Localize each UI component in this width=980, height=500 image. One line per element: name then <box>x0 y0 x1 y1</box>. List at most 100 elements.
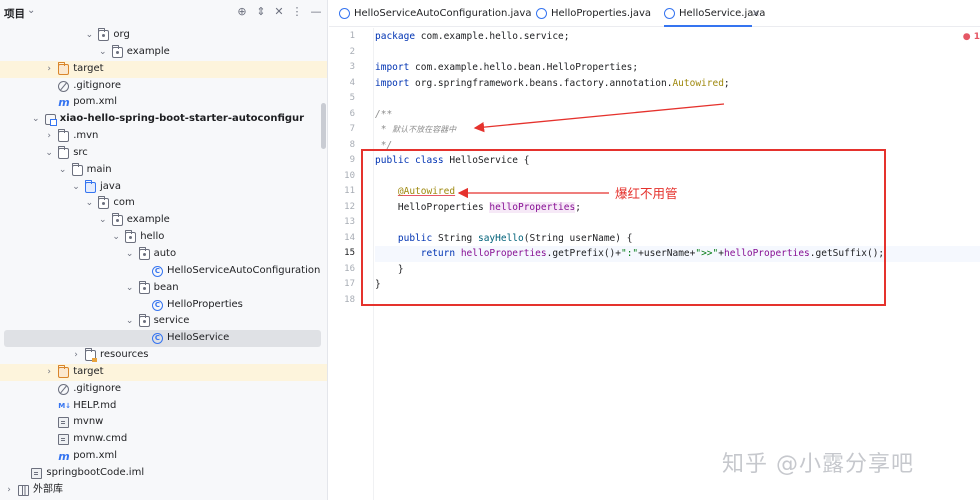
chevron-down-icon[interactable]: ⌄ <box>111 229 121 246</box>
chevron-right-icon[interactable]: › <box>44 128 54 145</box>
line-number: 16 <box>344 263 355 274</box>
code-token: import <box>375 77 410 89</box>
tree-item[interactable]: ⌄ bean <box>0 280 327 297</box>
tree-item[interactable]: ⌄ main <box>0 162 327 179</box>
tree-item-label: java <box>100 180 121 192</box>
locate-icon[interactable]: ⊕ <box>235 5 249 19</box>
tree-item-label: target <box>73 365 104 377</box>
chevron-down-icon[interactable]: ⌄ <box>98 44 108 61</box>
tree-item[interactable]: ⌄ java <box>0 179 327 196</box>
chevron-down-icon[interactable]: ⌄ <box>125 280 135 297</box>
tree-item-label: HelloServiceAutoConfiguration <box>167 264 321 276</box>
tree-item[interactable]: .gitignore <box>0 78 327 95</box>
expand-collapse-icon[interactable]: ⇕ <box>254 5 268 19</box>
more-options-icon[interactable]: ⋮ <box>290 5 304 19</box>
project-tree: ⌄ org ⌄ example › target .gitignore m pom.xml ⌄ xi… <box>0 27 327 499</box>
tree-item[interactable]: m pom.xml <box>0 448 327 465</box>
code-line[interactable]: import com.example.hello.bean.HelloPrope… <box>375 60 638 76</box>
code-line[interactable]: import org.springframework.beans.factory… <box>375 76 730 92</box>
error-count: 1 <box>973 32 980 42</box>
module-file-icon <box>31 467 43 479</box>
tree-item[interactable]: › 外部库 <box>0 482 327 499</box>
tree-item[interactable]: ⌄ src <box>0 145 327 162</box>
code-token: org.springframework.beans.factory.annota… <box>409 77 673 89</box>
chevron-right-icon[interactable]: › <box>4 482 14 499</box>
tree-item[interactable]: springbootCode.iml <box>0 465 327 482</box>
chevron-down-icon[interactable]: ⌄ <box>31 111 41 128</box>
tab-hello-service[interactable]: HelloService.java × <box>664 0 765 27</box>
close-icon[interactable]: × <box>752 0 760 27</box>
tree-item[interactable]: C HelloServiceAutoConfiguration <box>0 263 327 280</box>
chevron-right-icon[interactable]: › <box>44 61 54 78</box>
chevron-down-icon[interactable]: ⌄ <box>98 212 108 229</box>
chevron-down-icon[interactable]: ⌄ <box>125 313 135 330</box>
line-number: 14 <box>344 232 355 243</box>
tree-item[interactable]: ⌄ xiao-hello-spring-boot-starter-autoconf… <box>0 111 327 128</box>
tree-item[interactable]: ⌄ auto <box>0 246 327 263</box>
tree-item[interactable]: mvnw.cmd <box>0 431 327 448</box>
code-line[interactable]: /** <box>375 107 392 123</box>
tree-item[interactable]: › resources <box>0 347 327 364</box>
chevron-right-icon[interactable]: › <box>44 364 54 381</box>
line-number: 11 <box>344 186 355 196</box>
tree-item[interactable]: › target <box>0 60 327 78</box>
collapse-all-icon[interactable]: ✕ <box>272 5 286 19</box>
library-icon <box>18 484 29 496</box>
line-number: 6 <box>349 108 355 119</box>
tree-item-label: com <box>113 197 135 209</box>
class-icon: C <box>152 265 163 277</box>
module-icon <box>44 114 57 127</box>
code-line[interactable]: * 默认不放在容器中 <box>375 122 456 138</box>
line-number: 17 <box>344 279 355 289</box>
chevron-down-icon[interactable]: ⌄ <box>125 246 135 263</box>
folder-icon <box>71 162 83 176</box>
minimize-icon[interactable]: — <box>309 5 323 19</box>
line-number: 9 <box>349 155 355 165</box>
tree-scrollbar[interactable] <box>321 103 326 149</box>
line-number: 10 <box>344 170 355 181</box>
code-token: import <box>375 62 410 73</box>
folder-blue-icon <box>85 179 96 193</box>
class-icon <box>339 8 350 19</box>
folder-icon <box>58 129 70 143</box>
tree-item[interactable]: ⌄ service <box>0 313 327 330</box>
line-number: 5 <box>349 93 355 103</box>
tree-item[interactable]: › target <box>0 363 327 381</box>
tree-item[interactable]: M↓ HELP.md <box>0 398 327 415</box>
chevron-down-icon[interactable]: ⌄ <box>44 145 54 162</box>
line-number: 2 <box>349 46 355 57</box>
folder-pkg-icon <box>138 246 150 260</box>
editor-tab-bar: HelloServiceAutoConfiguration.java Hello… <box>329 0 980 27</box>
chevron-down-icon[interactable]: ⌄ <box>71 179 81 196</box>
tree-item-label: mvnw <box>73 416 104 428</box>
chevron-down-icon[interactable]: ⌄ <box>27 5 35 16</box>
tree-item[interactable]: C HelloService <box>4 330 321 348</box>
tree-item[interactable]: › .mvn <box>0 128 327 145</box>
chevron-down-icon[interactable]: ⌄ <box>84 27 94 44</box>
tree-item[interactable]: ⌄ org <box>0 27 327 44</box>
line-number: 12 <box>344 201 355 212</box>
chevron-down-icon[interactable]: ⌄ <box>58 162 68 179</box>
tree-item[interactable]: ⌄ com <box>0 195 327 212</box>
chevron-down-icon[interactable]: ⌄ <box>84 195 94 212</box>
project-panel: 项目 ⌄ ⊕ ⇕ ✕ ⋮ — ⌄ org ⌄ example › target .gitig… <box>0 0 328 500</box>
line-number: 1 <box>349 31 355 41</box>
tree-item-label: bean <box>153 281 179 293</box>
code-line[interactable]: package com.example.hello.service; <box>375 29 569 45</box>
tree-item[interactable]: .gitignore <box>0 381 327 398</box>
line-number: 8 <box>349 139 355 150</box>
chevron-right-icon[interactable]: › <box>71 347 81 364</box>
error-count-badge[interactable]: ● 1 <box>963 32 980 42</box>
tab-label: HelloProperties.java <box>551 8 652 19</box>
tree-item[interactable]: ⌄ example <box>0 44 327 61</box>
code-token: Autowired <box>672 77 724 89</box>
tree-item[interactable]: ⌄ hello <box>0 229 327 246</box>
code-editor[interactable]: 1 2 3 4 5 6 7 8 9 10 11 12 13 14 15 16 17 18 package com.… <box>329 28 980 500</box>
tree-item[interactable]: m pom.xml <box>0 94 327 111</box>
tree-item[interactable]: ⌄ example <box>0 212 327 229</box>
code-token: com.example.hello.service; <box>415 31 570 42</box>
project-panel-title[interactable]: 项目 <box>4 6 25 21</box>
tree-item[interactable]: C HelloProperties <box>0 297 327 314</box>
code-token: /** <box>375 108 393 120</box>
tree-item[interactable]: mvnw <box>0 414 327 431</box>
